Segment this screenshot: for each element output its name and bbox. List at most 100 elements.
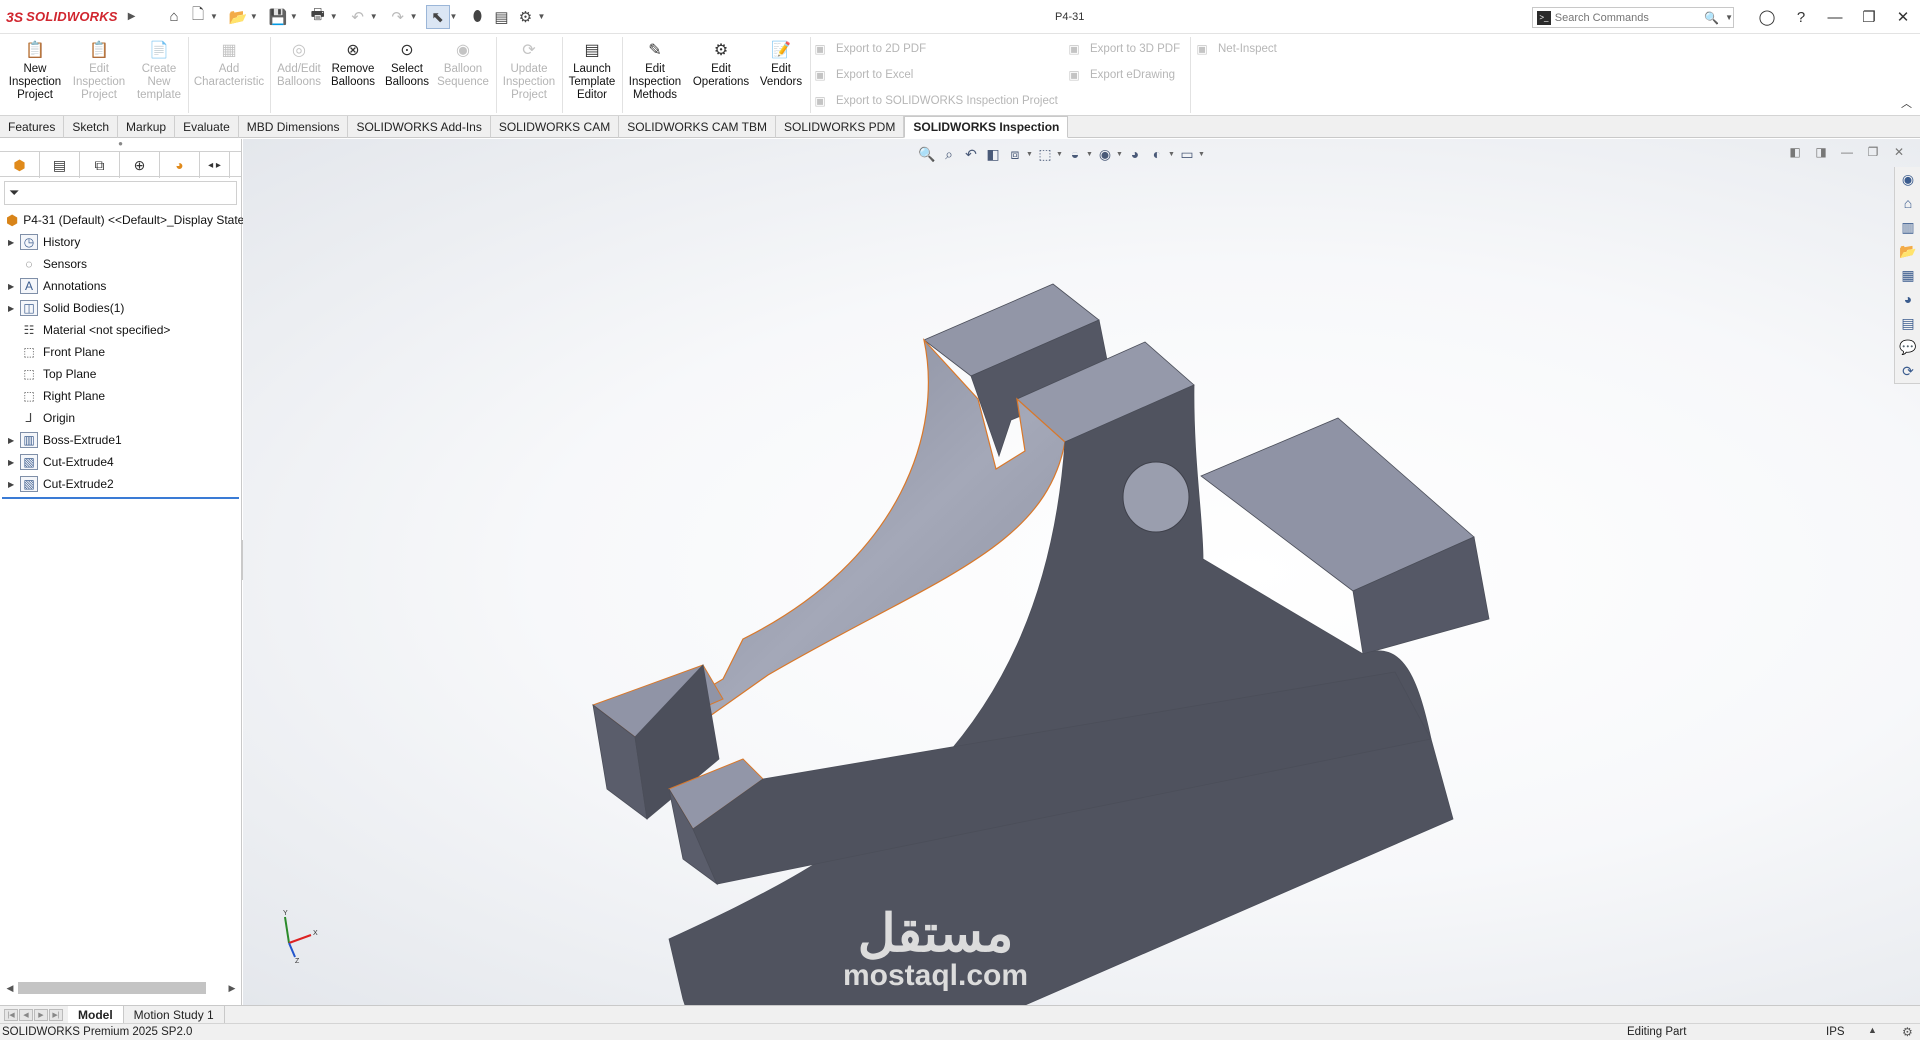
scroll-thumb[interactable] (18, 982, 206, 994)
tree-item-boss-extrude1[interactable]: ▶ ▥ Boss-Extrude1 (0, 429, 241, 451)
restore-icon[interactable]: ❐ (1852, 0, 1886, 34)
chevron-down-icon[interactable]: ▼ (1168, 151, 1176, 158)
rollback-bar[interactable] (2, 497, 239, 499)
zoom-to-fit-icon[interactable]: 🔍 (916, 143, 938, 165)
net-inspect-button[interactable]: ▣ Net-Inspect (1194, 41, 1276, 57)
scroll-right-icon[interactable]: ▶ (226, 983, 238, 994)
new-inspection-project-button[interactable]: 📋 New Inspection Project (4, 39, 66, 102)
tree-filter[interactable]: ⏷ (4, 181, 237, 205)
balloon-sequence-button[interactable]: ◉ Balloon Sequence (434, 39, 492, 89)
expand-arrow-icon[interactable]: ▶ (8, 480, 20, 489)
user-account-icon[interactable]: ◯ (1750, 0, 1784, 34)
search-commands[interactable]: >_ 🔍 ▼ (1532, 7, 1734, 28)
launch-template-editor-button[interactable]: ▤ Launch Template Editor (566, 39, 618, 102)
chevron-down-icon[interactable]: ▼ (1056, 151, 1064, 158)
tree-item-cut-extrude4[interactable]: ▶ ▧ Cut-Extrude4 (0, 451, 241, 473)
prev-tab-icon[interactable]: ◀ (19, 1008, 33, 1021)
tab-features[interactable]: Features (0, 116, 65, 138)
export-excel-button[interactable]: ▣ Export to Excel (812, 67, 913, 83)
create-new-template-button[interactable]: 📄 Create New template (132, 39, 186, 102)
tab-solidworks-inspection[interactable]: SOLIDWORKS Inspection (904, 116, 1069, 138)
scroll-left-icon[interactable]: ◀ (4, 983, 16, 994)
tab-motion-study-1[interactable]: Motion Study 1 (124, 1005, 225, 1024)
tree-item-top-plane[interactable]: ⬚ Top Plane (0, 363, 241, 385)
redo-icon[interactable]: ↷ (386, 5, 410, 29)
appearances-icon[interactable]: ◕ (1895, 287, 1920, 311)
export-edrawing-button[interactable]: ▣ Export eDrawing (1066, 67, 1175, 83)
chevron-down-icon[interactable]: ▼ (410, 12, 418, 21)
previous-view-icon[interactable]: ↶ (960, 143, 982, 165)
new-document-icon[interactable]: 🗋 (186, 5, 210, 29)
tree-item-right-plane[interactable]: ⬚ Right Plane (0, 385, 241, 407)
dimxpert-tab-icon[interactable]: ⊕ (120, 152, 160, 178)
select-cursor-icon[interactable]: ⬉ (425, 4, 450, 29)
file-explorer-icon[interactable]: 📂 (1895, 239, 1920, 263)
solidworks-resources-icon[interactable]: ◉ (1895, 167, 1920, 191)
unit-system[interactable]: IPS (1826, 1026, 1845, 1038)
tab-scroll-arrows-icon[interactable]: ◂ ▸ (200, 152, 230, 178)
solidworks-logo[interactable]: 3S SOLIDWORKS ▶ (0, 9, 140, 25)
tree-item-annotations[interactable]: ▶ A Annotations (0, 275, 241, 297)
design-library-icon[interactable]: ▥ (1895, 215, 1920, 239)
traffic-light-icon[interactable]: ⬮ (465, 5, 489, 29)
forum-icon[interactable]: 💬 (1895, 335, 1920, 359)
next-tab-icon[interactable]: ▶ (34, 1008, 48, 1021)
hide-show-items-icon[interactable]: ◉ (1094, 143, 1116, 165)
export-2d-pdf-button[interactable]: ▣ Export to 2D PDF (812, 41, 926, 57)
chevron-down-icon[interactable]: ▼ (1725, 13, 1733, 22)
graphics-area[interactable]: 🔍 ⌕ ↶ ◧ ⧈ ▼ ⬚ ▼ ◒ ▼ ◉ ▼ ◕ ◐ ▼ ▭ ▼ ◧ ◨ — ❐ ✕ ◉ … (243, 139, 1920, 1005)
chevron-down-icon[interactable]: ▼ (450, 12, 458, 21)
save-icon[interactable]: 💾 (266, 5, 290, 29)
zoom-to-area-icon[interactable]: ⌕ (938, 143, 960, 165)
section-view-icon[interactable]: ◧ (982, 143, 1004, 165)
search-icon[interactable]: 🔍 (1704, 11, 1719, 25)
expand-arrow-icon[interactable]: ▶ (8, 238, 20, 247)
last-tab-icon[interactable]: ▶| (49, 1008, 63, 1021)
viewport-minimize-icon[interactable]: — (1834, 143, 1860, 161)
edit-appearance-icon[interactable]: ◕ (1124, 143, 1146, 165)
chevron-down-icon[interactable]: ▼ (537, 12, 545, 21)
close-icon[interactable]: ✕ (1886, 0, 1920, 34)
first-tab-icon[interactable]: |◀ (4, 1008, 18, 1021)
update-inspection-project-button[interactable]: ⟳ Update Inspection Project (500, 39, 558, 102)
tree-item-material[interactable]: ☷ Material <not specified> (0, 319, 241, 341)
feature-manager-tab-icon[interactable]: ⬢ (0, 152, 40, 178)
add-characteristic-button[interactable]: ▦ Add Characteristic (192, 39, 266, 89)
tile-right-icon[interactable]: ◨ (1808, 143, 1834, 161)
display-style-icon[interactable]: ◒ (1064, 143, 1086, 165)
file-properties-icon[interactable]: ▤ (489, 5, 513, 29)
tile-left-icon[interactable]: ◧ (1782, 143, 1808, 161)
mounting-hole[interactable] (1122, 461, 1190, 533)
tree-item-sensors[interactable]: ◌ Sensors (0, 253, 241, 275)
expand-arrow-icon[interactable]: ▶ (8, 458, 20, 467)
tree-item-solid-bodies[interactable]: ▶ ◫ Solid Bodies(1) (0, 297, 241, 319)
property-manager-tab-icon[interactable]: ▤ (40, 152, 80, 178)
tree-item-cut-extrude2[interactable]: ▶ ▧ Cut-Extrude2 (0, 473, 241, 495)
home-icon[interactable]: ⌂ (162, 5, 186, 29)
view-orientation-icon[interactable]: ⬚ (1034, 143, 1056, 165)
tree-item-history[interactable]: ▶ ◷ History (0, 231, 241, 253)
apply-scene-icon[interactable]: ◐ (1146, 143, 1168, 165)
tab-sketch[interactable]: Sketch (64, 116, 119, 138)
remove-balloons-button[interactable]: ⊗ Remove Balloons (326, 39, 380, 89)
custom-properties-icon[interactable]: ▤ (1895, 311, 1920, 335)
minimize-icon[interactable]: — (1818, 0, 1852, 34)
edit-operations-button[interactable]: ⚙ Edit Operations (688, 39, 754, 89)
part-model[interactable] (243, 139, 1920, 1005)
print-icon[interactable]: 🖶 (306, 5, 330, 29)
tab-model[interactable]: Model (68, 1005, 124, 1024)
open-folder-icon[interactable]: 📂 (226, 5, 250, 29)
edit-inspection-project-button[interactable]: 📋 Edit Inspection Project (68, 39, 130, 102)
tree-root[interactable]: ⬢ P4-31 (Default) <<Default>_Display Sta… (0, 209, 244, 231)
configuration-manager-tab-icon[interactable]: ⧉ (80, 152, 120, 178)
view-palette-icon[interactable]: ▦ (1895, 263, 1920, 287)
menu-expand-icon[interactable]: ▶ (128, 11, 136, 22)
chevron-down-icon[interactable]: ▼ (290, 12, 298, 21)
panel-grip-icon[interactable]: ● (0, 139, 241, 151)
add-edit-balloons-button[interactable]: ◎ Add/Edit Balloons (274, 39, 324, 89)
chevron-down-icon[interactable]: ▼ (330, 12, 338, 21)
search-input[interactable] (1554, 11, 1703, 24)
tab-mbd-dimensions[interactable]: MBD Dimensions (239, 116, 349, 138)
collapse-ribbon-icon[interactable]: ︿ (1901, 95, 1912, 111)
horizontal-scrollbar[interactable]: ◀ ▶ (4, 981, 238, 995)
